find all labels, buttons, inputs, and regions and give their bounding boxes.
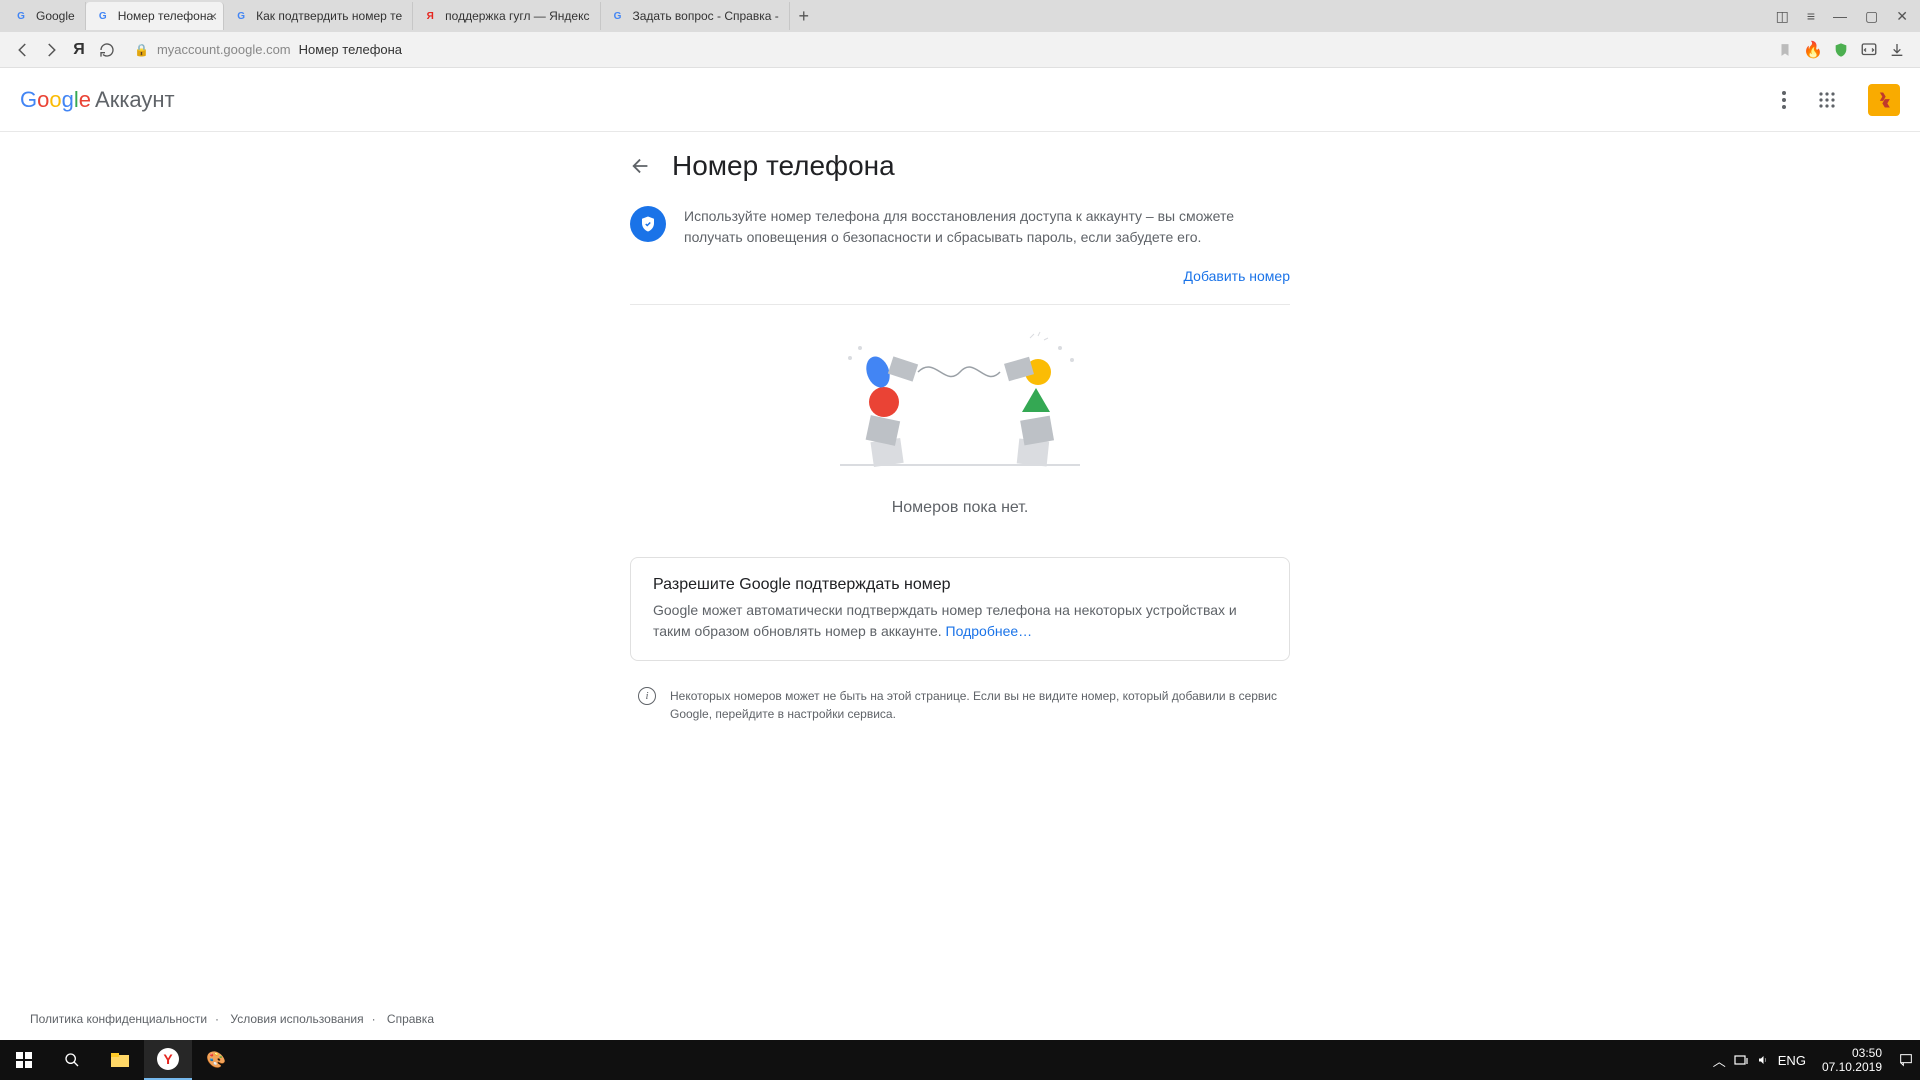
tab-label: Как подтвердить номер те [256,9,402,23]
tray-language[interactable]: ENG [1778,1053,1806,1068]
tray-clock[interactable]: 03:50 07.10.2019 [1814,1046,1890,1075]
browser-menu-icon[interactable]: ≡ [1807,8,1815,25]
minimize-window-icon[interactable]: — [1833,8,1847,25]
card-body: Google может автоматически подтверждать … [653,600,1267,642]
bookmarks-panel-icon[interactable]: ◫ [1776,8,1789,25]
verify-card: Разрешите Google подтверждать номер Goog… [630,557,1290,661]
downloads-icon[interactable] [1888,41,1906,59]
address-bar[interactable]: 🔒 myaccount.google.com Номер телефона [126,40,410,59]
back-icon[interactable] [14,41,32,59]
help-link[interactable]: Справка [387,1012,434,1026]
privacy-link[interactable]: Политика конфиденциальности [30,1012,207,1026]
address-domain: myaccount.google.com [157,42,291,57]
page-back-icon[interactable] [630,155,652,177]
favicon-google: G [234,9,248,23]
forward-icon[interactable] [42,41,60,59]
page-content: Номер телефона Используйте номер телефон… [0,132,1920,727]
yandex-home-icon[interactable]: Я [70,41,88,59]
google-apps-icon[interactable] [1818,91,1836,109]
close-tab-icon[interactable]: × [209,8,217,24]
google-logo[interactable]: Google [20,87,91,113]
info-icon: i [638,687,656,705]
address-title: Номер телефона [299,42,402,57]
reload-icon[interactable] [98,41,116,59]
tab-label: поддержка гугл — Яндекс [445,9,589,23]
empty-state-text: Номеров пока нет. [630,499,1290,517]
new-tab-button[interactable]: + [790,6,818,27]
navigation-bar: Я 🔒 myaccount.google.com Номер телефона … [0,32,1920,68]
tab-confirm-number[interactable]: G Как подтвердить номер те [224,2,413,30]
tab-label: Номер телефона [118,9,213,23]
terms-link[interactable]: Условия использования [230,1012,363,1026]
learn-more-link[interactable]: Подробнее… [946,623,1033,639]
info-text: Используйте номер телефона для восстанов… [684,206,1290,248]
file-explorer-button[interactable] [96,1040,144,1080]
yandex-browser-button[interactable]: Y [144,1040,192,1080]
avatar[interactable] [1868,84,1900,116]
info-banner: Используйте номер телефона для восстанов… [630,200,1290,262]
tab-label: Google [36,9,75,23]
maximize-window-icon[interactable]: ▢ [1865,8,1878,25]
tray-chevron-icon[interactable]: ︿ [1713,1051,1726,1070]
extension-shield-icon[interactable] [1832,41,1850,59]
page-footer: Политика конфиденциальности· Условия исп… [30,1012,434,1026]
extension-feedback-icon[interactable] [1860,41,1878,59]
add-number-link[interactable]: Добавить номер [1184,268,1290,284]
divider [630,304,1290,305]
tray-notifications-icon[interactable] [1898,1052,1914,1068]
app-header: Google Аккаунт [0,68,1920,132]
favicon-google: G [14,9,28,23]
card-title: Разрешите Google подтверждать номер [653,576,1267,594]
more-options-icon[interactable] [1782,91,1786,109]
favicon-google: G [611,9,625,23]
account-label: Аккаунт [95,87,175,113]
extension-fire-icon[interactable]: 🔥 [1804,41,1822,59]
page-title: Номер телефона [672,150,895,182]
bookmark-icon[interactable] [1776,41,1794,59]
search-button[interactable] [48,1040,96,1080]
favicon-google: G [96,9,110,23]
tray-volume-icon[interactable] [1756,1054,1770,1066]
tray-network-icon[interactable] [1734,1054,1748,1066]
paint-button[interactable]: 🎨 [192,1040,240,1080]
tab-yandex-support[interactable]: Я поддержка гугл — Яндекс [413,2,600,30]
note-text: Некоторых номеров может не быть на этой … [670,687,1282,723]
tab-ask-question[interactable]: G Задать вопрос - Справка - [601,2,790,30]
tab-google[interactable]: G Google [4,2,86,30]
tab-label: Задать вопрос - Справка - [633,9,779,23]
footer-note: i Некоторых номеров может не быть на это… [630,683,1290,727]
close-window-icon[interactable]: ✕ [1896,8,1908,25]
start-button[interactable] [0,1040,48,1080]
lock-icon: 🔒 [134,43,149,57]
favicon-yandex: Я [423,9,437,23]
shield-icon [630,206,666,242]
browser-tab-strip: G Google G Номер телефона × G Как подтве… [0,0,1920,32]
windows-taskbar: Y 🎨 ︿ ENG 03:50 07.10.2019 [0,1040,1920,1080]
tab-phone-number[interactable]: G Номер телефона × [86,2,224,30]
empty-state-illustration [630,325,1290,485]
